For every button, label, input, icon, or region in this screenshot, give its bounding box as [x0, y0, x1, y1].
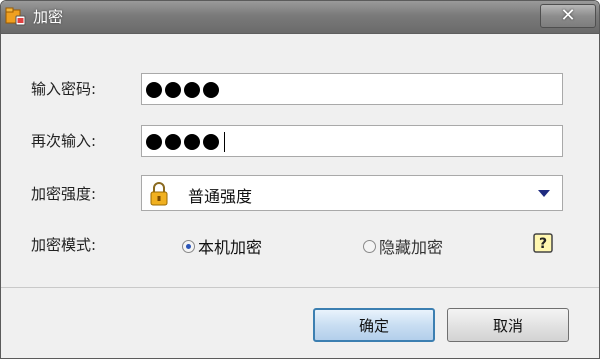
password-dots	[146, 78, 222, 102]
confirm-password-input[interactable]: ●●●●	[141, 125, 563, 157]
mode-label: 加密模式:	[31, 236, 97, 254]
strength-select[interactable]: 普通强度	[141, 175, 563, 211]
radio-local-encrypt-label: 本机加密	[198, 238, 263, 257]
divider	[1, 287, 599, 288]
password-input[interactable]: ●●●●	[141, 73, 563, 105]
strength-label: 加密强度:	[31, 185, 97, 203]
radio-selected-icon[interactable]	[182, 239, 195, 253]
radio-hidden-encrypt[interactable]: 隐藏加密	[363, 234, 443, 258]
title-bar[interactable]: 加密 ✕	[1, 1, 599, 34]
window-title: 加密	[33, 8, 64, 26]
lock-icon	[150, 182, 168, 206]
question-icon[interactable]: ?	[532, 232, 554, 254]
svg-text:?: ?	[539, 236, 547, 252]
radio-local-encrypt[interactable]: 本机加密	[182, 234, 262, 258]
text-caret	[224, 132, 225, 152]
cancel-button[interactable]: 取消	[447, 308, 569, 342]
confirm-dots	[146, 130, 225, 154]
radio-hidden-encrypt-label: 隐藏加密	[379, 238, 444, 257]
strength-value: 普通强度	[188, 187, 253, 206]
radio-unselected-icon[interactable]	[363, 239, 376, 253]
close-button[interactable]: ✕	[540, 4, 596, 28]
encrypt-dialog: 加密 ✕ 输入密码: ●●●● 再次输入: ●●●● 加密强度: 普通强度 加密…	[0, 0, 600, 359]
confirm-label: 再次输入:	[31, 132, 97, 150]
folder-lock-icon	[5, 7, 26, 26]
ok-button[interactable]: 确定	[313, 308, 435, 342]
password-label: 输入密码:	[31, 80, 97, 98]
chevron-down-icon[interactable]	[538, 190, 550, 197]
